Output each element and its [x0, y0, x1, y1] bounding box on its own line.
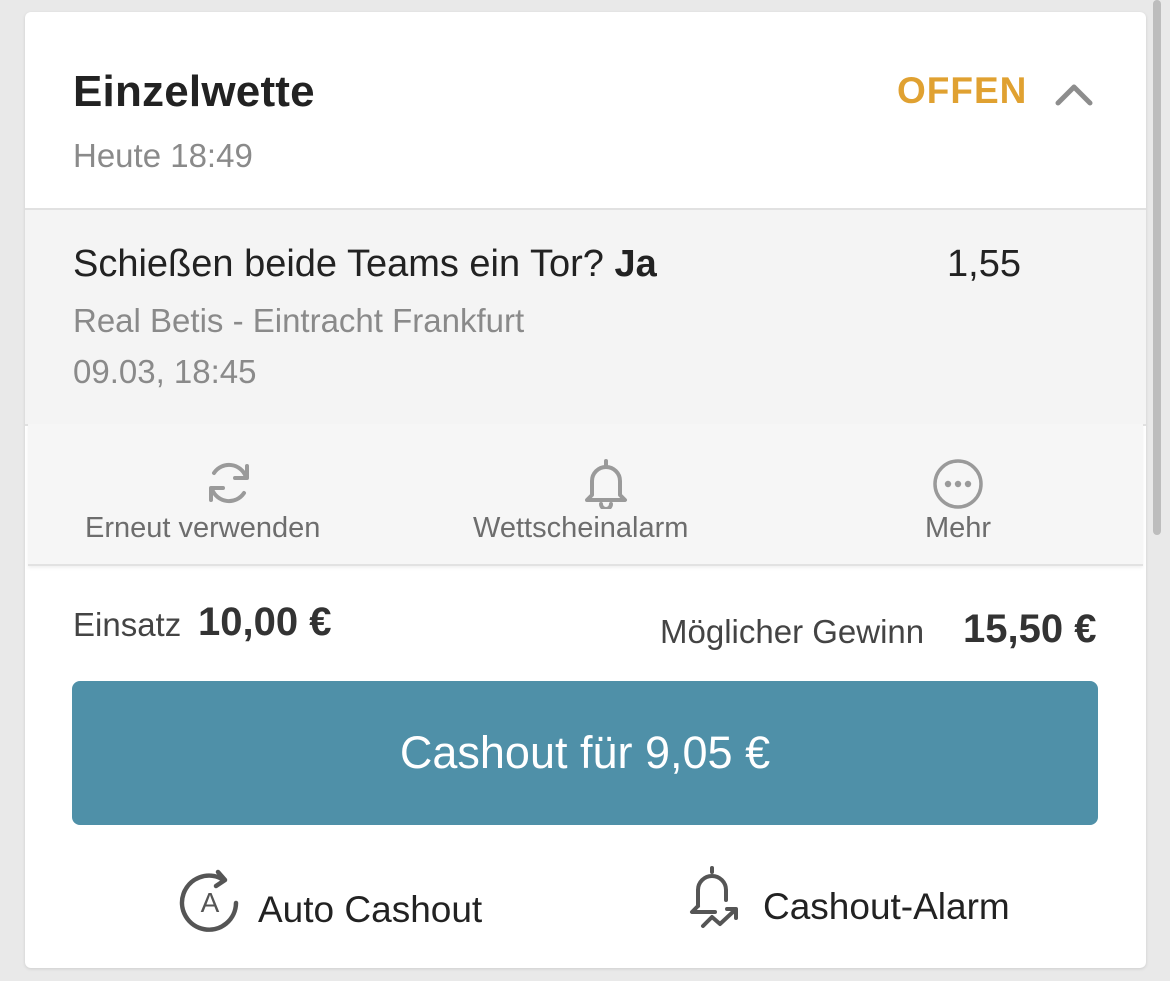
chevron-up-icon[interactable] — [1055, 82, 1093, 106]
svg-text:A: A — [201, 887, 220, 918]
bet-type-title: Einzelwette — [73, 67, 315, 116]
betslip-alarm-button[interactable]: Wettscheinalarm — [448, 424, 768, 564]
cashout-button[interactable]: Cashout für 9,05 € — [72, 681, 1098, 825]
market-text: Schießen beide Teams ein Tor? Ja — [73, 243, 657, 286]
refresh-icon — [203, 457, 255, 514]
stake-label: Einsatz — [73, 606, 182, 643]
action-row: Erneut verwenden Wettscheinalarm Mehr — [28, 424, 1143, 566]
status-badge: OFFEN — [897, 70, 1028, 111]
scrollbar[interactable] — [1153, 0, 1161, 535]
more-button[interactable]: Mehr — [888, 424, 1028, 564]
market-pick: Ja — [614, 243, 657, 285]
potential-win-label: Möglicher Gewinn — [660, 613, 925, 650]
event-name: Real Betis - Eintracht Frankfurt — [73, 302, 525, 339]
cashout-alarm-label: Cashout-Alarm — [763, 886, 1010, 927]
bet-card: Einzelwette Heute 18:49 OFFEN Schießen b… — [25, 12, 1146, 968]
bet-placed-time: Heute 18:49 — [73, 137, 253, 174]
selection-section: Schießen beide Teams ein Tor? Ja 1,55 Re… — [25, 208, 1146, 426]
potential-win-value: 15,50 € — [963, 607, 1097, 651]
more-icon — [931, 457, 985, 516]
market-question: Schießen beide Teams ein Tor? — [73, 243, 615, 285]
reuse-label: Erneut verwenden — [85, 512, 321, 544]
odds-value: 1,55 — [947, 243, 1021, 285]
auto-cashout-icon: A — [175, 866, 245, 941]
auto-cashout-label: Auto Cashout — [258, 889, 483, 930]
event-datetime: 09.03, 18:45 — [73, 353, 257, 390]
reuse-button[interactable]: Erneut verwenden — [68, 424, 408, 564]
bell-icon — [582, 457, 630, 514]
cashout-alarm-icon — [685, 862, 745, 939]
cashout-alarm-button[interactable]: Cashout-Alarm — [685, 862, 1015, 942]
more-label: Mehr — [925, 512, 992, 544]
betslip-alarm-label: Wettscheinalarm — [473, 512, 689, 544]
stake-value: 10,00 € — [198, 600, 332, 644]
auto-cashout-button[interactable]: A Auto Cashout — [175, 862, 485, 942]
